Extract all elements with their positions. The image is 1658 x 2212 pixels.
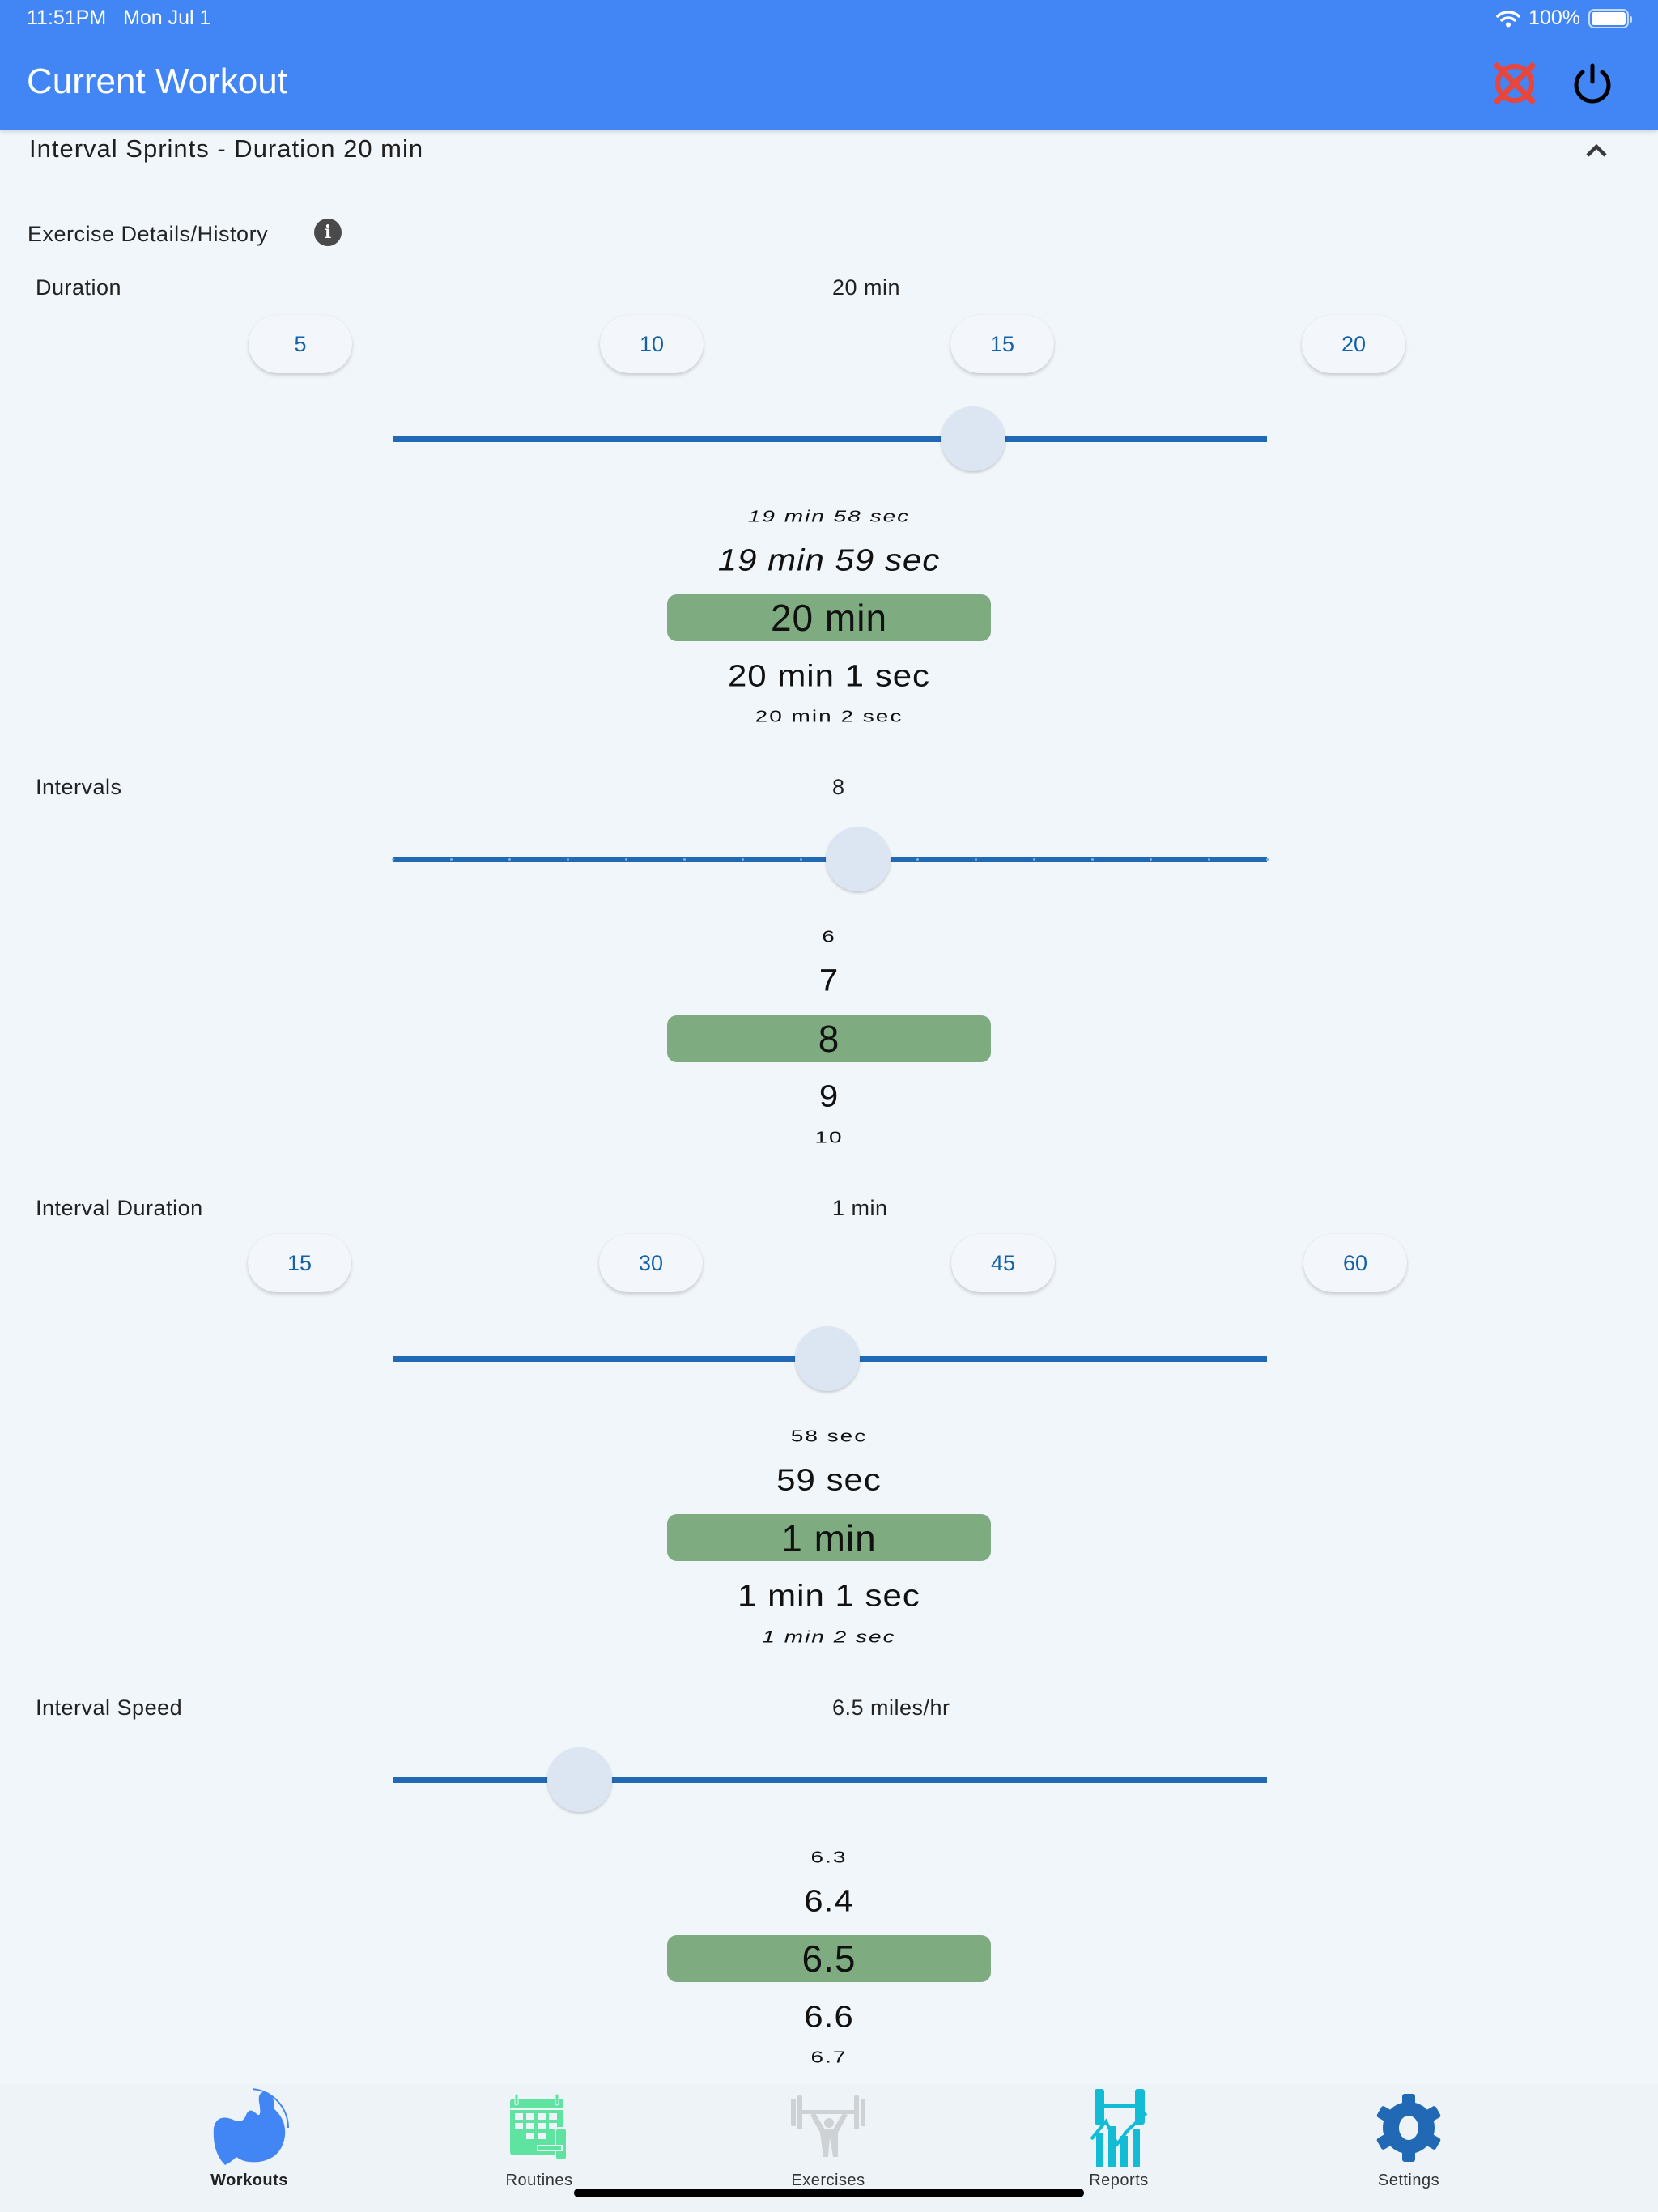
interval-duration-preset-button[interactable]: 60 <box>1303 1234 1407 1292</box>
tab-workouts[interactable]: Workouts <box>160 2087 338 2190</box>
app-header: 11:51PM Mon Jul 1 100% Current Workout <box>0 0 1658 130</box>
picker-item[interactable]: 1 min 2 sec <box>667 1627 991 1646</box>
intervals-label: Intervals <box>36 775 122 799</box>
picker-item-selected[interactable]: 1 min <box>667 1516 991 1560</box>
picker-item[interactable]: 20 min 1 sec <box>667 658 991 693</box>
tab-label: Reports <box>1089 2172 1149 2189</box>
slider-tick <box>916 858 919 861</box>
status-bar-right: 100% <box>1496 6 1632 30</box>
duration-preset-button[interactable]: 15 <box>950 315 1054 373</box>
slider-tick <box>742 858 744 861</box>
picker-item[interactable]: 20 min 2 sec <box>667 707 991 725</box>
duration-label: Duration <box>36 275 122 300</box>
settings-icon <box>1368 2087 1449 2168</box>
battery-icon <box>1588 8 1632 28</box>
slider-tick <box>683 858 686 861</box>
exercises-icon <box>788 2087 869 2168</box>
interval-duration-preset-button[interactable]: 30 <box>599 1234 703 1292</box>
status-date: Mon Jul 1 <box>123 6 211 29</box>
interval-duration-value: 1 min <box>832 1196 888 1220</box>
status-time: 11:51PM <box>27 6 107 29</box>
slider-tick <box>1208 858 1210 861</box>
slider-thumb[interactable] <box>825 827 891 891</box>
picker-item[interactable]: 19 min 59 sec <box>667 542 991 577</box>
tab-label: Workouts <box>210 2172 288 2189</box>
picker-item-selected[interactable]: 20 min <box>667 596 991 640</box>
duration-preset-button[interactable]: 10 <box>600 315 704 373</box>
intervals-value: 8 <box>832 775 845 799</box>
interval-duration-preset-button[interactable]: 15 <box>248 1234 351 1292</box>
slider-thumb[interactable] <box>547 1747 613 1812</box>
slider-tick <box>800 858 802 861</box>
tab-exercises[interactable]: Exercises <box>739 2087 917 2190</box>
routines-icon <box>499 2087 580 2168</box>
picker-item[interactable]: 10 <box>667 1128 991 1146</box>
slider-tick <box>1266 858 1269 861</box>
workout-title: Interval Sprints - Duration 20 min <box>29 134 424 163</box>
tab-label: Routines <box>505 2172 573 2189</box>
picker-item-selected[interactable]: 8 <box>667 1017 991 1061</box>
duration-preset-button[interactable]: 5 <box>249 315 352 373</box>
slider-tick <box>1150 858 1152 861</box>
slider-tick <box>1091 858 1094 861</box>
slider-tick <box>625 858 627 861</box>
picker-item-selected[interactable]: 6.5 <box>667 1937 991 1980</box>
workouts-icon <box>209 2087 290 2168</box>
picker-item[interactable]: 19 min 58 sec <box>667 507 991 525</box>
page-title: Current Workout <box>27 62 287 101</box>
interval-speed-value: 6.5 miles/hr <box>832 1695 950 1720</box>
power-icon <box>1574 63 1611 104</box>
duration-slider[interactable] <box>393 406 1267 471</box>
picker-item[interactable]: 59 sec <box>667 1462 991 1497</box>
chevron-up-icon <box>1586 143 1607 157</box>
slider-track <box>393 436 1267 442</box>
slider-thumb[interactable] <box>794 1326 860 1391</box>
wifi-icon <box>1496 10 1520 27</box>
duration-value: 20 min <box>832 275 901 300</box>
slider-tick <box>450 858 453 861</box>
interval-duration-preset-button[interactable]: 45 <box>951 1234 1055 1292</box>
exercise-details-label: Exercise Details/History <box>28 222 269 246</box>
duration-preset-button[interactable]: 20 <box>1302 315 1405 373</box>
picker-item[interactable]: 7 <box>667 963 991 998</box>
slider-tick <box>508 858 511 861</box>
interval-duration-label: Interval Duration <box>36 1196 203 1220</box>
slider-track <box>393 1777 1267 1783</box>
status-bar-time: 11:51PM Mon Jul 1 <box>27 6 210 30</box>
picker-item[interactable]: 6.6 <box>667 1999 991 2034</box>
tab-settings[interactable]: Settings <box>1320 2087 1498 2190</box>
slider-tick <box>975 858 977 861</box>
power-button[interactable] <box>1566 57 1619 110</box>
home-indicator[interactable] <box>574 2189 1084 2197</box>
cancel-workout-button[interactable] <box>1488 57 1541 110</box>
collapse-button[interactable] <box>1580 134 1613 167</box>
reports-icon <box>1078 2087 1159 2168</box>
cancel-workout-icon <box>1493 62 1537 105</box>
picker-item[interactable]: 9 <box>667 1078 991 1113</box>
slider-tick <box>567 858 569 861</box>
picker-item[interactable]: 58 sec <box>667 1427 991 1445</box>
intervals-slider[interactable] <box>392 827 1269 891</box>
picker-item[interactable]: 6 <box>667 927 991 946</box>
picker-item[interactable]: 6.3 <box>667 1848 991 1866</box>
interval-speed-slider[interactable] <box>393 1747 1267 1812</box>
tab-routines[interactable]: Routines <box>450 2087 628 2190</box>
interval-duration-slider[interactable] <box>393 1326 1267 1391</box>
tab-label: Settings <box>1377 2172 1440 2189</box>
battery-percent: 100% <box>1528 6 1580 29</box>
slider-tick <box>392 858 394 861</box>
interval-speed-label: Interval Speed <box>36 1695 183 1720</box>
slider-thumb[interactable] <box>941 406 1006 471</box>
tab-label: Exercises <box>791 2172 865 2189</box>
picker-item[interactable]: 6.4 <box>667 1883 991 1918</box>
slider-tick <box>1033 858 1035 861</box>
info-icon[interactable]: i <box>314 219 342 246</box>
tab-reports[interactable]: Reports <box>1030 2087 1208 2190</box>
picker-item[interactable]: 1 min 1 sec <box>667 1578 991 1613</box>
picker-item[interactable]: 6.7 <box>667 2048 991 2066</box>
